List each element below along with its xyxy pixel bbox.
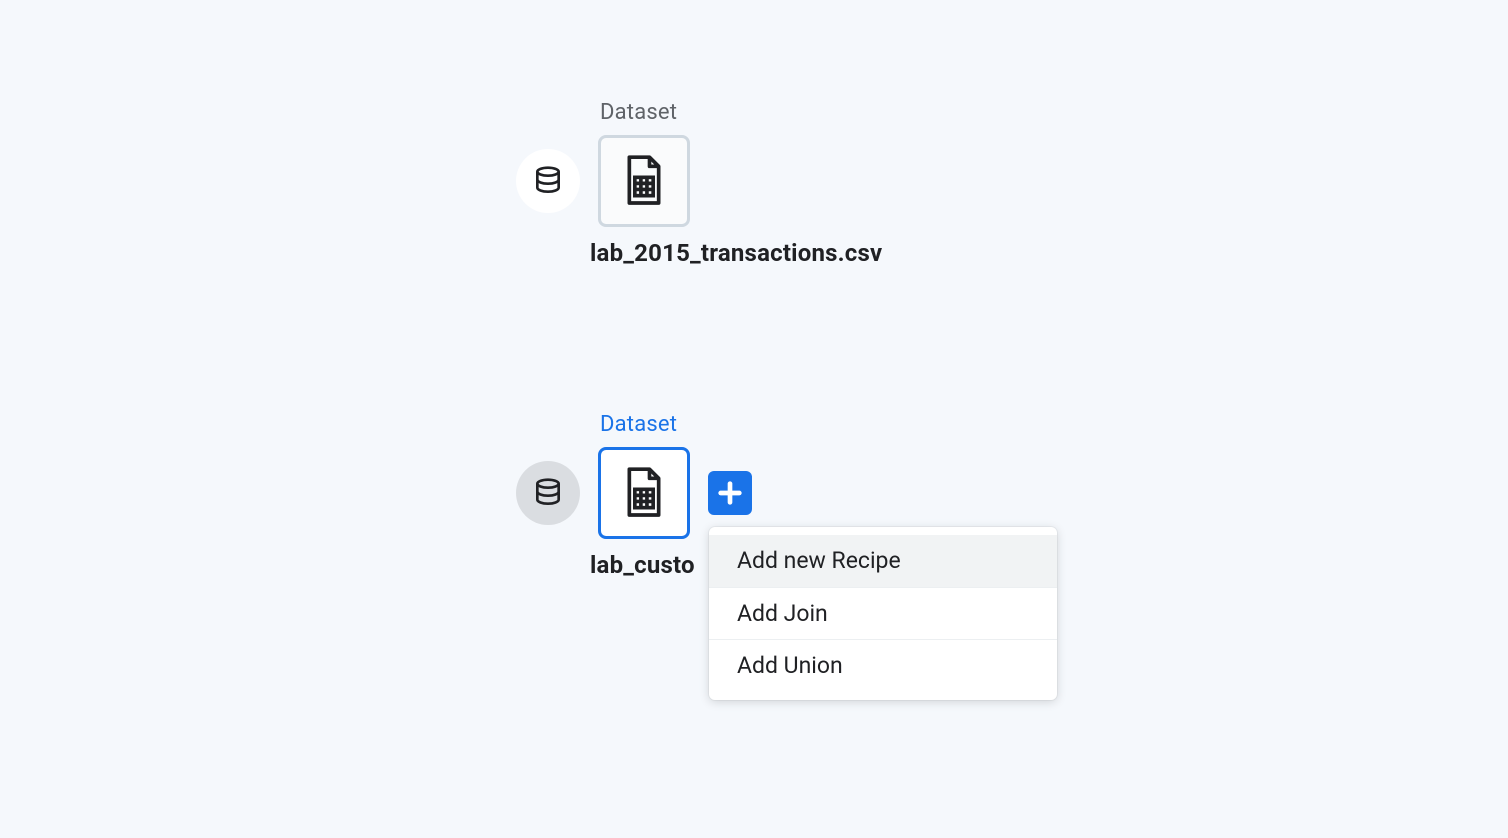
menu-item-add-union[interactable]: Add Union: [709, 639, 1057, 692]
menu-item-add-recipe[interactable]: Add new Recipe: [709, 535, 1057, 587]
source-indicator[interactable]: [516, 149, 580, 213]
plus-icon: [716, 479, 744, 507]
node-type-label: Dataset: [600, 100, 677, 125]
file-data-icon: [622, 467, 666, 519]
dataset-name: lab_custo: [590, 551, 695, 579]
dataset-tile[interactable]: [598, 135, 690, 227]
source-indicator[interactable]: [516, 461, 580, 525]
add-context-menu: Add new Recipe Add Join Add Union: [709, 527, 1057, 700]
menu-item-add-join[interactable]: Add Join: [709, 587, 1057, 640]
dataset-tile[interactable]: [598, 447, 690, 539]
database-icon: [532, 165, 564, 197]
dataset-node: Dataset lab_2015_transactions.csv: [516, 100, 882, 267]
database-icon: [532, 477, 564, 509]
node-type-label: Dataset: [600, 412, 677, 437]
node-row: [516, 447, 752, 539]
add-button[interactable]: [708, 471, 752, 515]
dataset-name: lab_2015_transactions.csv: [590, 239, 882, 267]
node-row: [516, 135, 690, 227]
file-data-icon: [622, 155, 666, 207]
